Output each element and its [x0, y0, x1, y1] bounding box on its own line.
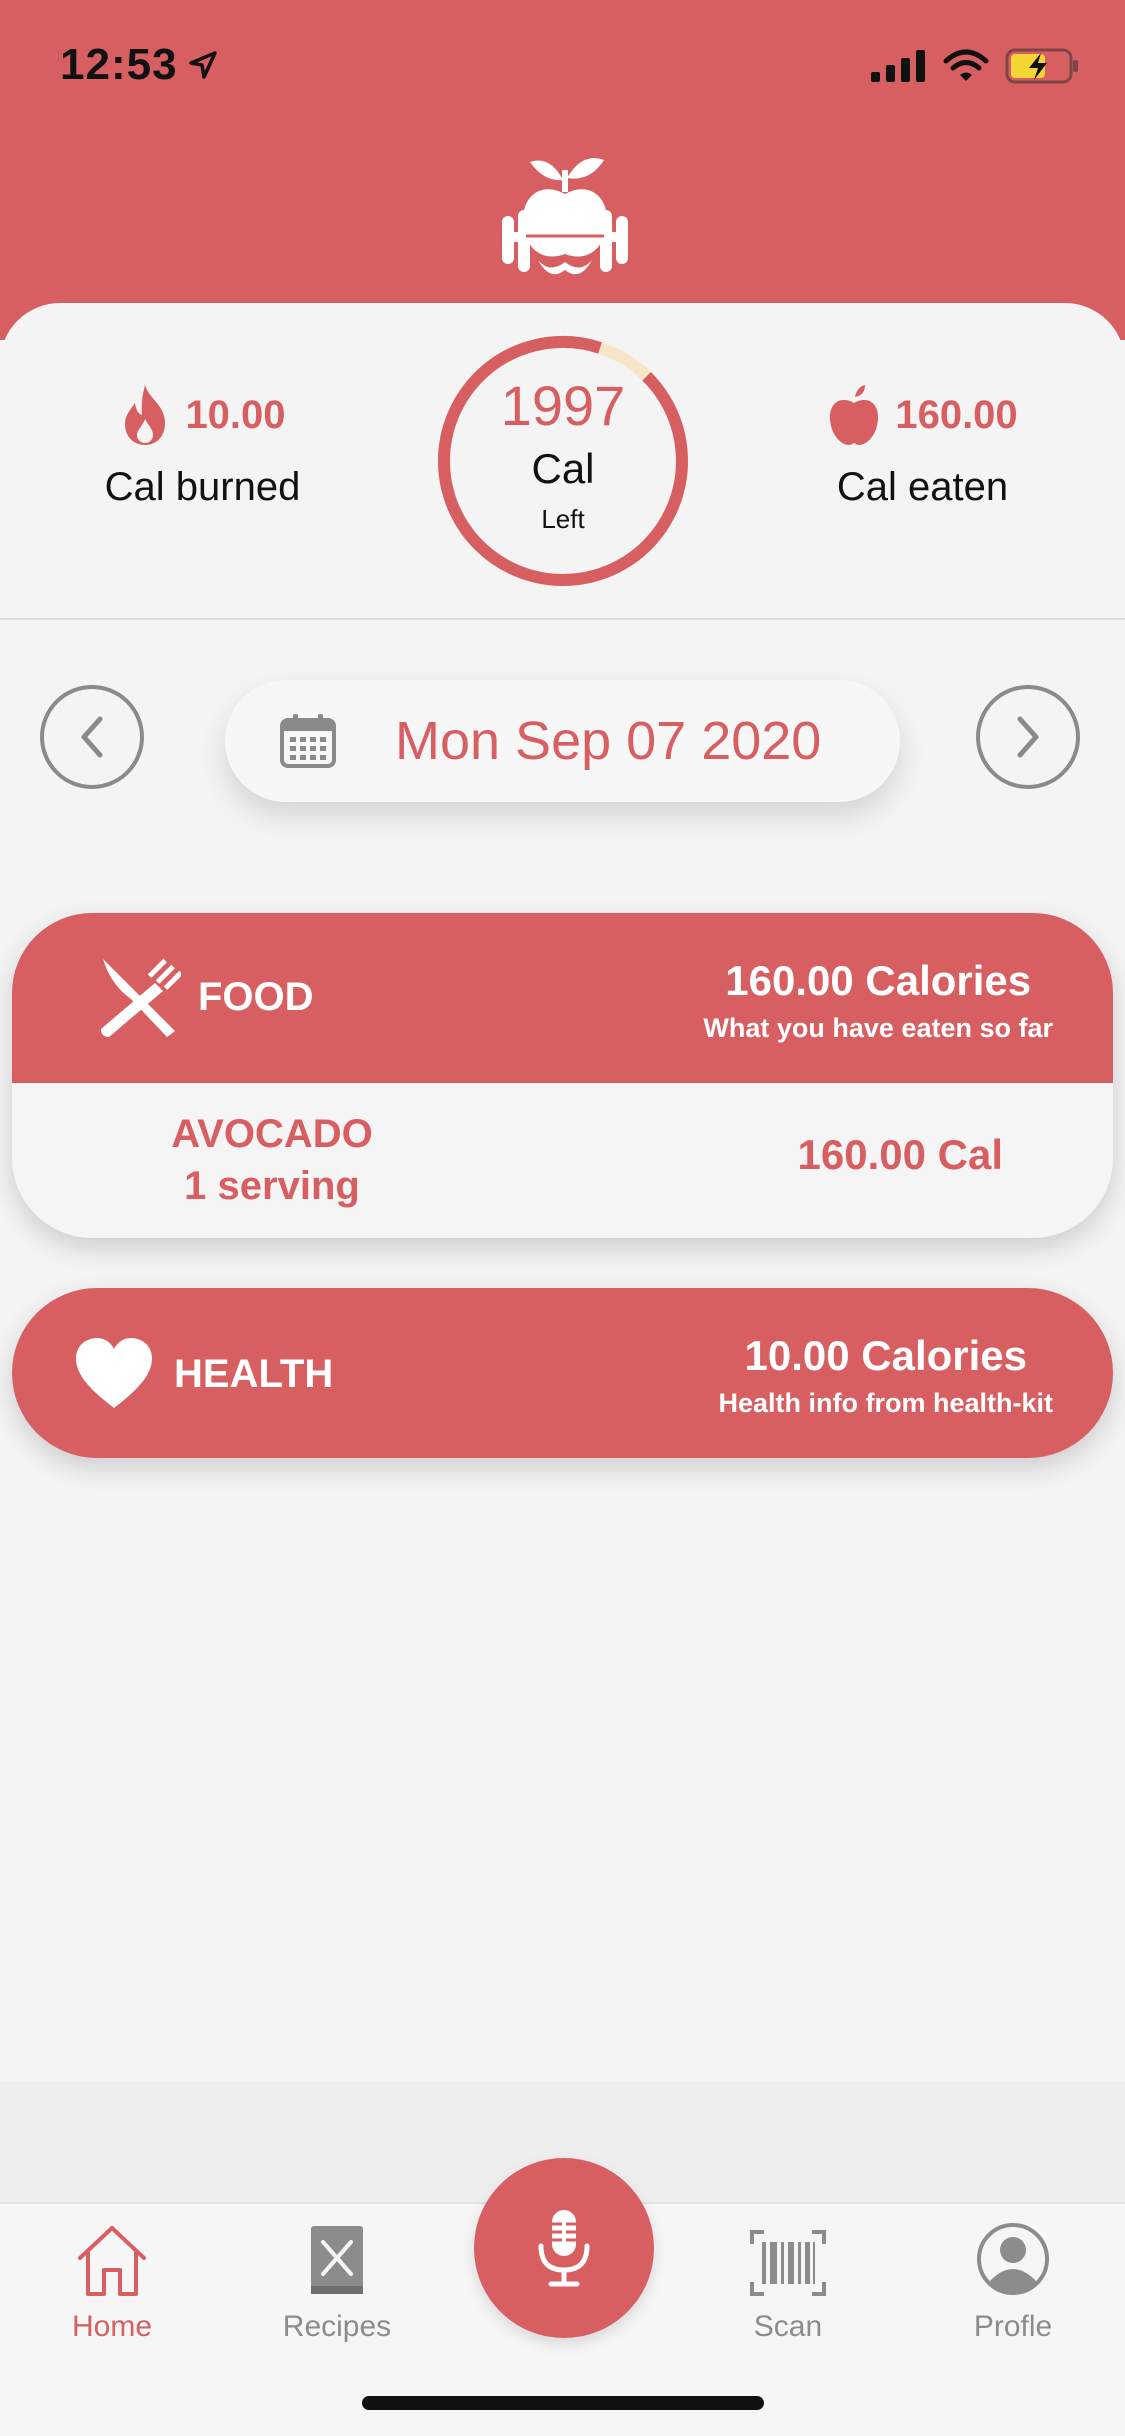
location-arrow-icon — [188, 51, 217, 79]
food-item-calories: 160.00 Cal — [797, 1131, 1004, 1178]
home-screen: 12:53 10.00 Cal burned 1997 Cal Left 160… — [0, 0, 1125, 2436]
wifi-icon — [943, 49, 989, 81]
food-item-title: AVOCADO — [171, 1112, 373, 1156]
food-item-serving: 1 serving — [184, 1164, 360, 1208]
status-bar-time: 12:53 — [60, 40, 218, 90]
calories-left-ring: 1997 Cal Left — [435, 333, 691, 589]
tab-home[interactable]: Home — [17, 2204, 207, 2354]
voice-input-button[interactable] — [474, 2158, 654, 2338]
calories-left-unit: Cal — [531, 445, 595, 492]
food-calories-value: 160.00 Calories — [725, 957, 1032, 1004]
food-calories-summary: 160.00 Calories What you have eaten so f… — [703, 957, 1053, 1044]
food-item-name[interactable]: AVOCADO 1 serving — [112, 1108, 432, 1212]
tab-profile-label: Profle — [973, 2310, 1053, 2343]
health-card-title: HEALTH — [174, 1352, 334, 1396]
tab-recipes-label: Recipes — [282, 2310, 392, 2343]
health-calories-subtitle: Health info from health-kit — [718, 1388, 1053, 1418]
calories-eaten-label: Cal eaten — [836, 465, 1009, 509]
calories-burned-label: Cal burned — [104, 465, 301, 509]
chevron-left-icon — [81, 716, 103, 758]
calories-left-number: 1997 — [500, 374, 626, 437]
food-card[interactable]: FOOD 160.00 Calories What you have eaten… — [12, 913, 1113, 1238]
tab-scan-label: Scan — [753, 2310, 823, 2343]
chevron-right-icon — [1017, 716, 1039, 758]
previous-day-button[interactable] — [40, 685, 144, 789]
calories-left-label: Left — [541, 504, 585, 534]
fork-knife-icon — [101, 958, 181, 1037]
flame-icon — [125, 385, 166, 445]
calories-burned-stat: 10.00 Cal burned — [60, 383, 345, 510]
recipes-icon — [311, 2226, 363, 2294]
health-calories-value: 10.00 Calories — [744, 1332, 1027, 1379]
tab-home-label: Home — [71, 2310, 153, 2343]
microphone-icon — [538, 2210, 590, 2287]
barcode-icon — [750, 2230, 826, 2296]
calories-eaten-value: 160.00 — [895, 392, 1018, 437]
calorie-summary-card: 10.00 Cal burned 1997 Cal Left 160.00 Ca… — [0, 303, 1125, 620]
date-navigator: Mon Sep 07 2020 — [0, 620, 1125, 860]
profile-icon — [977, 2223, 1049, 2295]
cellular-signal-icon — [871, 50, 925, 82]
tab-recipes[interactable]: Recipes — [242, 2204, 432, 2354]
tab-scan[interactable]: Scan — [693, 2204, 883, 2354]
selected-date: Mon Sep 07 2020 — [395, 711, 822, 771]
clock-text: 12:53 — [60, 40, 178, 89]
app-logo-icon — [502, 158, 628, 275]
battery-charging-icon — [1005, 48, 1078, 84]
health-card[interactable]: HEALTH 10.00 Calories Health info from h… — [12, 1288, 1113, 1458]
calories-eaten-stat: 160.00 Cal eaten — [780, 383, 1065, 510]
food-card-title: FOOD — [198, 975, 314, 1019]
status-bar-indicators — [871, 48, 1081, 84]
calories-burned-value: 10.00 — [185, 392, 286, 437]
next-day-button[interactable] — [976, 685, 1080, 789]
health-calories-summary: 10.00 Calories Health info from health-k… — [718, 1332, 1053, 1419]
calendar-icon — [280, 714, 336, 768]
home-indicator — [362, 2396, 764, 2410]
food-card-header[interactable]: FOOD 160.00 Calories What you have eaten… — [12, 913, 1113, 1083]
tab-profile[interactable]: Profle — [918, 2204, 1108, 2354]
food-calories-subtitle: What you have eaten so far — [703, 1013, 1053, 1043]
heart-icon — [76, 1338, 152, 1408]
date-picker-button[interactable]: Mon Sep 07 2020 — [225, 680, 900, 802]
apple-icon — [830, 385, 879, 445]
app-header: 12:53 — [0, 0, 1125, 340]
home-icon — [78, 2226, 146, 2296]
